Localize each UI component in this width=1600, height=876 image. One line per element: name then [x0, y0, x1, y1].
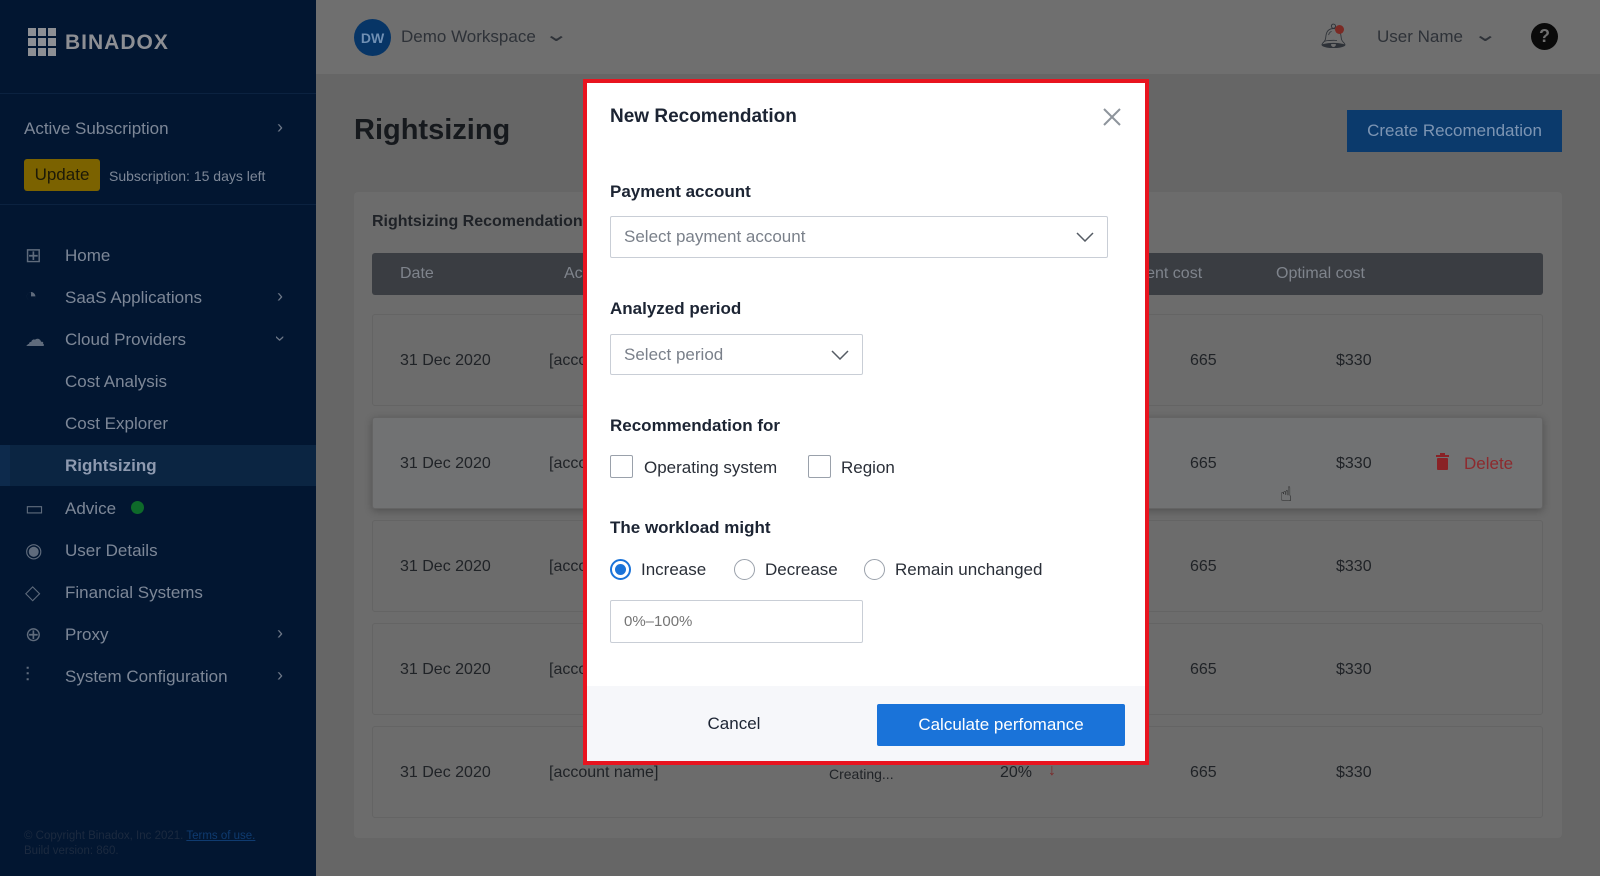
active-indicator	[0, 445, 10, 486]
grid-icon: ⊞	[25, 245, 42, 267]
sliders-icon: ⫶	[25, 664, 30, 686]
remain-unchanged-label[interactable]: Remain unchanged	[895, 560, 1042, 580]
increase-radio[interactable]	[610, 559, 631, 580]
status-dot	[131, 501, 144, 514]
payment-account-placeholder: Select payment account	[624, 227, 806, 246]
row-current-cost: 665	[1190, 352, 1217, 369]
tag-icon: ◇	[25, 582, 41, 604]
notification-dot	[1335, 25, 1344, 34]
copyright: © Copyright Binadox, Inc 2021. Terms of …	[24, 830, 255, 842]
period-select[interactable]: Select period	[610, 334, 863, 375]
cloud-icon: ☁	[25, 329, 45, 351]
row-current-cost: 665	[1190, 764, 1217, 781]
sidebar-item-home[interactable]: Home	[65, 246, 110, 266]
workspace-selector[interactable]: Demo Workspace	[401, 27, 536, 47]
chevron-down-icon	[831, 349, 849, 360]
remain-unchanged-radio[interactable]	[864, 559, 885, 580]
cursor-icon: ☝︎	[1280, 484, 1293, 506]
analyzed-period-label: Analyzed period	[610, 299, 742, 318]
sidebar-item-cloud-providers[interactable]: Cloud Providers	[65, 330, 186, 350]
column-date[interactable]: Date	[400, 265, 434, 283]
copyright-text: © Copyright Binadox, Inc 2021.	[24, 830, 184, 842]
period-placeholder: Select period	[624, 344, 724, 364]
sidebar-item-financial-systems[interactable]: Financial Systems	[65, 583, 203, 603]
column-optimal-cost[interactable]: Optimal cost	[1276, 265, 1365, 283]
sidebar-item-proxy[interactable]: Proxy	[65, 625, 108, 645]
row-date: 31 Dec 2020	[400, 764, 491, 781]
build-version: Build version: 860.	[24, 845, 119, 857]
recommendation-for-label: Recommendation for	[610, 416, 781, 435]
sidebar-item-user-details[interactable]: User Details	[65, 541, 158, 561]
decrease-label[interactable]: Decrease	[765, 560, 838, 580]
row-status: Creating...	[829, 766, 894, 782]
trash-icon[interactable]	[1436, 453, 1449, 470]
calculate-performance-button[interactable]: Calculate perfomance	[877, 704, 1125, 746]
chevron-down-icon: ›	[270, 335, 291, 342]
payment-account-label: Payment account	[610, 182, 751, 201]
row-date: 31 Dec 2020	[400, 455, 491, 472]
row-current-cost: 665	[1190, 558, 1217, 575]
cancel-button[interactable]: Cancel	[678, 714, 790, 734]
logo-text: BINADOX	[65, 31, 169, 54]
row-optimal-cost: $330	[1336, 558, 1372, 575]
chevron-right-icon: ›	[277, 117, 283, 137]
sidebar-item-advice[interactable]: Advice	[65, 499, 116, 519]
close-icon[interactable]	[1101, 106, 1123, 128]
update-button[interactable]: Update	[24, 159, 100, 191]
row-optimal-cost: $330	[1336, 455, 1372, 472]
percent-input[interactable]	[610, 600, 863, 643]
workload-label: The workload might	[610, 518, 771, 537]
workspace-avatar[interactable]: DW	[354, 19, 391, 56]
region-label[interactable]: Region	[841, 458, 895, 478]
active-item-bg	[0, 445, 316, 486]
page-title: Rightsizing	[354, 114, 511, 146]
terms-link[interactable]: Terms of use.	[186, 830, 255, 842]
chevron-down-icon: ⌄	[1472, 24, 1498, 46]
user-menu[interactable]: User Name	[1377, 27, 1463, 47]
operating-system-checkbox[interactable]	[610, 455, 633, 478]
row-account: [account name]	[549, 764, 659, 781]
increase-label[interactable]: Increase	[641, 560, 706, 580]
row-percent: 20%	[1000, 764, 1033, 781]
sidebar-item-saas[interactable]: SaaS Applications	[65, 288, 202, 308]
sidebar-item-system-configuration[interactable]: System Configuration	[65, 667, 228, 687]
divider	[0, 93, 316, 94]
user-circle-icon: ◉	[25, 540, 43, 562]
logo-icon	[28, 28, 60, 63]
chevron-right-icon: ›	[277, 286, 283, 306]
delete-button[interactable]: Delete	[1464, 454, 1513, 474]
subscription-status: Subscription: 15 days left	[109, 168, 266, 184]
chevron-right-icon: ›	[277, 623, 283, 643]
panel-title: Rightsizing Recomendations	[372, 213, 592, 230]
row-date: 31 Dec 2020	[400, 558, 491, 575]
create-recommendation-button[interactable]: Create Recomendation	[1347, 110, 1562, 152]
row-optimal-cost: $330	[1336, 352, 1372, 369]
row-date: 31 Dec 2020	[400, 661, 491, 678]
sidebar-item-cost-explorer[interactable]: Cost Explorer	[65, 414, 168, 434]
row-optimal-cost: $330	[1336, 764, 1372, 781]
region-checkbox[interactable]	[808, 455, 831, 478]
decrease-radio[interactable]	[734, 559, 755, 580]
row-current-cost: 665	[1190, 661, 1217, 678]
row-optimal-cost: $330	[1336, 661, 1372, 678]
help-icon[interactable]: ?	[1531, 23, 1558, 50]
chevron-down-icon: ⌄	[543, 24, 569, 46]
pie-chart-icon: ◔	[25, 285, 38, 307]
sidebar: BINADOX Active Subscription › Update Sub…	[0, 0, 316, 876]
sidebar-item-rightsizing[interactable]: Rightsizing	[65, 456, 157, 476]
active-subscription-link[interactable]: Active Subscription	[24, 119, 169, 139]
bell-icon[interactable]: 🔔︎	[1318, 22, 1348, 51]
chat-icon: ▭	[25, 498, 44, 520]
chevron-right-icon: ›	[277, 665, 283, 685]
row-current-cost: 665	[1190, 455, 1217, 472]
sidebar-item-cost-analysis[interactable]: Cost Analysis	[65, 372, 167, 392]
row-date: 31 Dec 2020	[400, 352, 491, 369]
divider	[0, 204, 316, 205]
payment-account-select[interactable]: Select payment account	[610, 216, 1108, 258]
chevron-down-icon	[1076, 232, 1094, 242]
modal-title: New Recomendation	[610, 106, 797, 127]
globe-icon: ⊕	[25, 624, 42, 646]
operating-system-label[interactable]: Operating system	[644, 458, 777, 478]
